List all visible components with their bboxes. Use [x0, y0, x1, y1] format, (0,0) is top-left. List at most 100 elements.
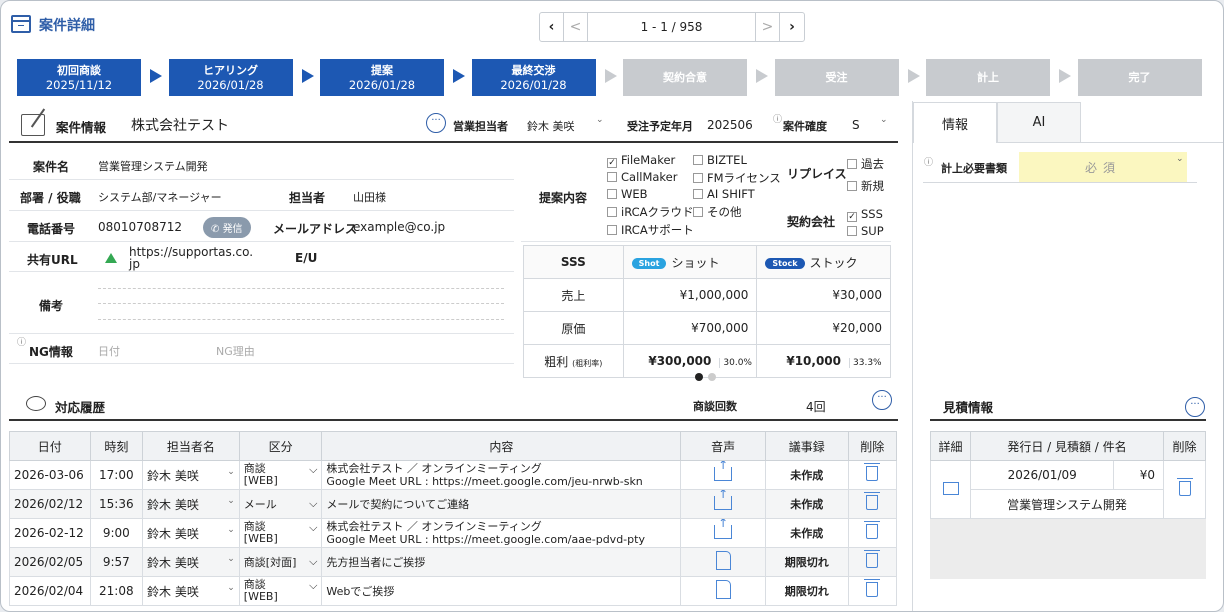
case-name-value[interactable]: 営業管理システム開発	[98, 158, 208, 174]
proposal-checkbox-1[interactable]: ✓ FileMaker	[607, 153, 675, 168]
step-8[interactable]: 完了	[1077, 59, 1202, 96]
checkbox-box[interactable]	[847, 226, 857, 236]
detail-window-icon[interactable]	[942, 481, 959, 495]
history-category-select[interactable]: メール ⌵	[238, 489, 323, 519]
checkbox-box[interactable]	[607, 189, 617, 199]
history-audio[interactable]	[680, 576, 766, 606]
checkbox-box[interactable]	[693, 155, 703, 165]
history-delete[interactable]	[847, 576, 898, 606]
first-record-button[interactable]: ‹	[540, 13, 564, 41]
document-icon[interactable]	[715, 551, 731, 570]
sales-stock-value[interactable]: ¥30,000	[756, 278, 891, 312]
quote-menu-icon[interactable]: ···	[1185, 397, 1205, 417]
phone-value[interactable]: 08010708712	[98, 220, 182, 234]
history-content[interactable]: 先方担当者にご挨拶	[321, 547, 682, 577]
history-minutes[interactable]: 未作成	[764, 489, 849, 519]
trash-icon[interactable]	[864, 492, 881, 510]
carousel-dot[interactable]	[708, 373, 716, 381]
history-content[interactable]: 株式会社テスト ／ オンラインミーティング Google Meet URL : h…	[321, 518, 682, 548]
proposal-checkbox-5[interactable]: IRCAサポート	[607, 222, 694, 238]
last-record-button[interactable]: ›	[780, 13, 804, 41]
history-content[interactable]: メールで契約についてご連絡	[321, 489, 682, 519]
replace-checkbox-2[interactable]: 新規	[847, 178, 884, 194]
upload-icon[interactable]	[714, 520, 733, 539]
trash-icon[interactable]	[1176, 477, 1193, 496]
history-delete[interactable]	[847, 460, 898, 490]
next-record-button[interactable]: >	[756, 13, 780, 41]
history-audio[interactable]	[680, 489, 766, 519]
tab-info[interactable]: 情報	[913, 102, 997, 143]
step-1[interactable]: 初回商談 2025/11/12	[17, 59, 141, 96]
step-7[interactable]: 計上	[926, 59, 1050, 96]
proposal-checkbox-6[interactable]: BIZTEL	[693, 153, 747, 167]
order-month-value[interactable]: 202506	[707, 118, 753, 132]
history-rep-select[interactable]: 鈴木 美咲 ⌄	[142, 547, 240, 577]
cost-stock-value[interactable]: ¥20,000	[756, 311, 891, 345]
history-audio[interactable]	[680, 518, 766, 548]
history-delete[interactable]	[847, 547, 898, 577]
history-minutes[interactable]: 未作成	[764, 460, 849, 490]
history-rep-select[interactable]: 鈴木 美咲 ⌄	[142, 576, 240, 606]
history-rep-select[interactable]: 鈴木 美咲 ⌄	[142, 460, 240, 490]
history-minutes[interactable]: 未作成	[764, 518, 849, 548]
upload-icon[interactable]	[714, 491, 733, 510]
certainty-select[interactable]: S	[852, 118, 860, 132]
call-button[interactable]: ✆ 発信	[203, 217, 251, 238]
history-category-select[interactable]: 商談 [WEB] ⌵	[238, 518, 323, 548]
proposal-checkbox-7[interactable]: FMライセンス	[693, 170, 781, 186]
quote-subject[interactable]: 営業管理システム開発	[970, 489, 1164, 519]
history-category-select[interactable]: 商談 [WEB] ⌵	[238, 460, 323, 490]
prev-record-button[interactable]: <	[564, 13, 588, 41]
checkbox-box[interactable]	[607, 207, 617, 217]
step-4[interactable]: 最終交渉 2026/01/28	[471, 59, 596, 96]
trash-icon[interactable]	[864, 463, 881, 481]
sales-shot-value[interactable]: ¥1,000,000	[622, 278, 758, 312]
sales-rep-select[interactable]: 鈴木 美咲	[527, 118, 575, 134]
history-rep-select[interactable]: 鈴木 美咲 ⌄	[142, 518, 240, 548]
proposal-checkbox-8[interactable]: AI SHIFT	[693, 187, 755, 201]
memo-input[interactable]	[98, 319, 504, 320]
ng-reason-input[interactable]: NG理由	[216, 343, 255, 359]
upload-icon[interactable]	[714, 462, 733, 481]
carousel-dot-active[interactable]	[695, 373, 703, 381]
table-row[interactable]: 2026/02/1215:36鈴木 美咲⌄メール⌵メールで契約についてご連絡 未作…	[9, 489, 898, 519]
checkbox-box[interactable]	[693, 189, 703, 199]
contract-checkbox-1[interactable]: ✓ SSS	[847, 207, 883, 222]
check-icon[interactable]: ✓	[607, 158, 617, 168]
history-category-select[interactable]: 商談[対面] ⌵	[238, 547, 323, 577]
step-3[interactable]: 提案 2026/01/28	[320, 59, 444, 96]
tab-ai[interactable]: AI	[997, 102, 1081, 143]
checkbox-box[interactable]	[847, 159, 857, 169]
document-icon[interactable]	[715, 580, 731, 599]
history-audio[interactable]	[680, 460, 766, 490]
proposal-checkbox-9[interactable]: その他	[693, 204, 742, 220]
quote-detail-cell[interactable]	[930, 460, 971, 519]
history-minutes[interactable]: 期限切れ	[764, 547, 849, 577]
replace-checkbox-1[interactable]: 過去	[847, 156, 884, 172]
email-value[interactable]: example@co.jp	[353, 220, 445, 234]
checkbox-box[interactable]	[693, 207, 703, 217]
proposal-checkbox-4[interactable]: iRCAクラウド	[607, 204, 694, 220]
ng-date-input[interactable]: 日付	[98, 343, 120, 359]
table-row[interactable]: 2026-03-06 17:00 鈴木 美咲 ⌄ 商談 [WEB] ⌵ 株式会社テスト ／ …	[9, 460, 898, 490]
history-content[interactable]: Webでご挨拶	[321, 576, 682, 606]
step-2[interactable]: ヒアリング 2026/01/28	[168, 59, 293, 96]
history-delete[interactable]	[847, 489, 898, 519]
trash-icon[interactable]	[864, 550, 881, 568]
history-audio[interactable]	[680, 547, 766, 577]
shared-url-link[interactable]: https://supportas.co.jp	[129, 246, 254, 270]
proposal-checkbox-3[interactable]: WEB	[607, 187, 648, 201]
table-row[interactable]: 2026-02-12 9:00 鈴木 美咲 ⌄ 商談 [WEB] ⌵ 株式会社テスト ／ オ…	[9, 518, 898, 548]
checkbox-box[interactable]	[847, 181, 857, 191]
trash-icon[interactable]	[864, 579, 881, 597]
history-delete[interactable]	[847, 518, 898, 548]
history-category-select[interactable]: 商談 [WEB] ⌵	[238, 576, 323, 606]
contact-value[interactable]: 山田様	[353, 189, 386, 205]
contract-checkbox-2[interactable]: SUP	[847, 224, 884, 238]
checkbox-box[interactable]	[607, 172, 617, 182]
check-icon[interactable]: ✓	[847, 212, 857, 222]
step-6[interactable]: 受注	[774, 59, 899, 96]
cost-shot-value[interactable]: ¥700,000	[622, 311, 758, 345]
step-5[interactable]: 契約合意	[623, 59, 747, 96]
dept-value[interactable]: システム部/マネージャー	[98, 189, 222, 205]
